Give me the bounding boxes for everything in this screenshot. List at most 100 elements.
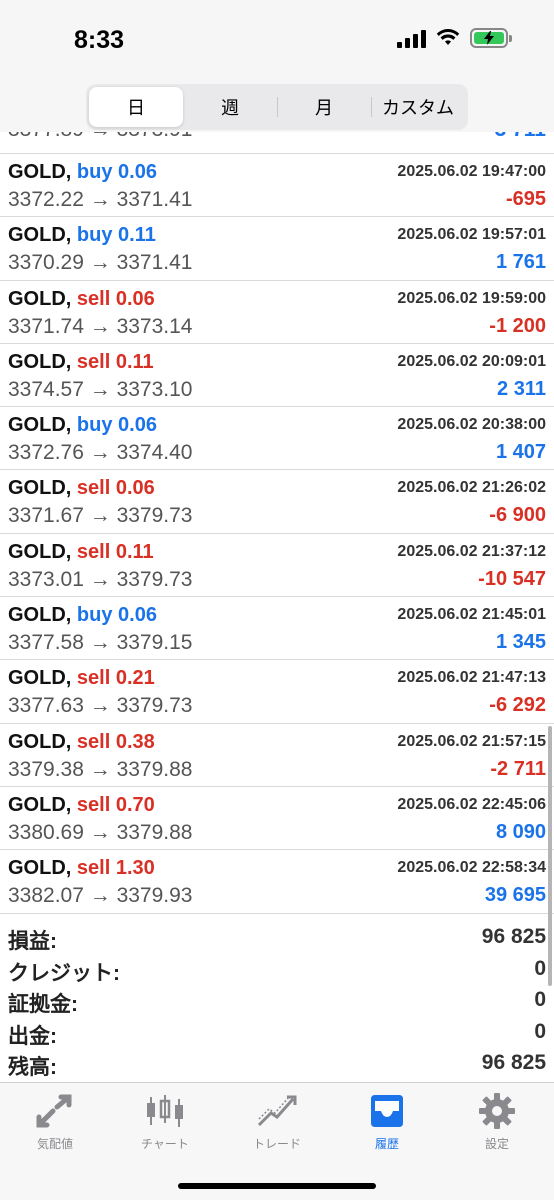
symbol-name: GOLD,	[8, 224, 72, 247]
trade-side: buy	[76, 161, 113, 183]
summary-label: 残高:	[8, 1056, 57, 1079]
trade-symbol: GOLD, sell 0.38	[8, 731, 155, 754]
symbol-name: GOLD,	[8, 477, 72, 500]
list-item[interactable]: GOLD, sell 0.21 2025.06.02 21:47:13 3377.6…	[0, 660, 554, 724]
list-item[interactable]: GOLD, buy 0.11 2025.06.02 19:57:01 3370.29…	[0, 217, 554, 281]
list-item[interactable]: GOLD, sell 1.30 2025.06.02 22:58:34 3382.0…	[0, 850, 554, 914]
segment-1[interactable]: 週	[183, 87, 277, 127]
trade-side: sell	[76, 730, 111, 753]
trade-time: 2025.06.02 20:09:01	[397, 352, 546, 370]
tab-quotes[interactable]: 気配値	[10, 1093, 100, 1152]
trade-prices: 3370.29 → 3371.41	[8, 251, 193, 275]
list-item[interactable]: GOLD, sell 0.06 2025.06.02 19:59:00 3371.7…	[0, 281, 554, 344]
trade-time: 2025.06.02 21:26:02	[397, 479, 546, 497]
account-summary: 損益: 96 825 クレジット: 0 証拠金: 0 出金: 0 残高: 96 825	[0, 922, 554, 1080]
trade-side: sell	[76, 793, 111, 816]
trade-profit: -695	[505, 188, 546, 210]
segment-0[interactable]: 日	[89, 87, 183, 127]
list-item[interactable]: GOLD, sell 0.11 2025.06.02 20:09:01 3374.5…	[0, 344, 554, 408]
tab-settings[interactable]: 設定	[452, 1093, 542, 1152]
list-item[interactable]: GOLD, sell 0.06 2025.06.02 21:26:02 3371.6…	[0, 470, 554, 534]
trade-volume: 0.11	[115, 350, 154, 373]
symbol-name: GOLD,	[8, 540, 72, 563]
battery-charging-icon	[470, 28, 512, 48]
trade-side: sell	[76, 857, 111, 880]
trade-time: 2025.06.02 19:47:00	[397, 163, 546, 180]
trade-volume: 0.06	[118, 161, 157, 183]
trade-volume: 0.06	[118, 414, 157, 437]
trade-profit: 1 345	[495, 631, 546, 654]
trade-profit: 1 761	[495, 251, 546, 274]
summary-label: 損益:	[8, 930, 57, 953]
trade-time: 2025.06.02 21:37:12	[397, 542, 546, 560]
trade-profit: 39 695	[484, 884, 546, 907]
segment-2[interactable]: 月	[277, 87, 371, 127]
trade-time: 2025.06.02 22:45:06	[397, 795, 546, 813]
wifi-icon	[436, 29, 460, 45]
trade-prices: 3377.58 → 3379.15	[8, 631, 193, 655]
trade-volume: 0.11	[118, 224, 156, 247]
trade-symbol: GOLD, sell 0.21	[8, 667, 155, 690]
summary-value: 0	[534, 1019, 546, 1043]
trade-prices: 3377.63 → 3379.73	[8, 694, 193, 718]
gear-icon	[479, 1093, 515, 1129]
trade-profit: -2 711	[490, 757, 546, 780]
symbol-name: GOLD,	[8, 857, 72, 880]
trade-history-list[interactable]: 3377.89 → 3373.91 3 711 GOLD, buy 0.06 20…	[0, 132, 554, 914]
list-item[interactable]: GOLD, sell 0.70 2025.06.02 22:45:06 3380.6…	[0, 787, 554, 851]
cellular-signal-icon	[397, 28, 426, 48]
tab-label: 設定	[484, 1137, 509, 1151]
trade-trend-icon	[257, 1095, 297, 1127]
trade-symbol: GOLD, sell 0.70	[8, 794, 155, 817]
tab-history[interactable]: 履歴	[342, 1093, 432, 1152]
candlestick-chart-icon	[147, 1095, 183, 1127]
trade-time: 2025.06.02 21:57:15	[397, 732, 546, 750]
trade-side: sell	[76, 667, 111, 690]
trade-side: buy	[76, 224, 113, 247]
symbol-name: GOLD,	[8, 793, 72, 816]
tab-trade[interactable]: トレード	[232, 1093, 322, 1152]
quotes-arrows-icon	[36, 1094, 72, 1128]
period-segment-bar: 日週月カスタム	[0, 80, 554, 132]
trade-symbol: GOLD, sell 0.11	[8, 541, 154, 564]
trade-symbol: GOLD, sell 0.06	[8, 477, 155, 500]
summary-row: クレジット: 0	[0, 954, 554, 986]
summary-row: 残高: 96 825	[0, 1048, 554, 1080]
status-bar: 8:33	[0, 0, 554, 80]
home-indicator[interactable]	[178, 1183, 376, 1189]
trade-volume: 0.38	[115, 730, 155, 753]
trade-prices: 3382.07 → 3379.93	[8, 884, 193, 908]
trade-prices: 3371.74 → 3373.14	[8, 314, 193, 338]
symbol-name: GOLD,	[8, 604, 72, 627]
trade-prices: 3377.89 → 3373.91	[8, 132, 193, 142]
summary-label: 証拠金:	[8, 993, 78, 1016]
summary-row: 証拠金: 0	[0, 985, 554, 1017]
trade-side: sell	[76, 287, 111, 310]
trade-profit: -1 200	[489, 314, 546, 337]
trade-profit: 2 311	[497, 377, 546, 400]
trade-prices: 3371.67 → 3379.73	[8, 504, 193, 528]
list-item[interactable]: GOLD, buy 0.06 2025.06.02 19:47:00 3372.22…	[0, 154, 554, 218]
trade-volume: 0.06	[118, 604, 157, 627]
trade-side: sell	[76, 477, 111, 500]
segment-3[interactable]: カスタム	[371, 87, 465, 127]
trade-time: 2025.06.02 22:58:34	[397, 859, 546, 877]
trade-prices: 3374.57 → 3373.10	[8, 377, 193, 401]
tab-label: 気配値	[36, 1137, 73, 1151]
trade-prices: 3380.69 → 3379.88	[8, 820, 193, 844]
trade-volume: 1.30	[115, 857, 155, 880]
list-item[interactable]: GOLD, sell 0.38 2025.06.02 21:57:15 3379.3…	[0, 724, 554, 787]
list-item-partial[interactable]: 3377.89 → 3373.91 3 711	[0, 132, 554, 154]
trade-profit: -6 900	[489, 504, 546, 527]
tab-chart[interactable]: チャート	[120, 1093, 210, 1152]
trade-time: 2025.06.02 21:47:13	[397, 669, 546, 687]
trade-symbol: GOLD, buy 0.06	[8, 414, 157, 437]
list-item[interactable]: GOLD, buy 0.06 2025.06.02 20:38:00 3372.76…	[0, 407, 554, 471]
list-item[interactable]: GOLD, sell 0.11 2025.06.02 21:37:12 3373.0…	[0, 534, 554, 598]
list-item[interactable]: GOLD, buy 0.06 2025.06.02 21:45:01 3377.58…	[0, 597, 554, 661]
trade-symbol: GOLD, sell 0.06	[8, 288, 155, 311]
trade-prices: 3372.76 → 3374.40	[8, 441, 193, 465]
symbol-name: GOLD,	[8, 161, 72, 183]
summary-label: 出金:	[8, 1024, 57, 1048]
summary-value: 96 825	[481, 925, 546, 948]
